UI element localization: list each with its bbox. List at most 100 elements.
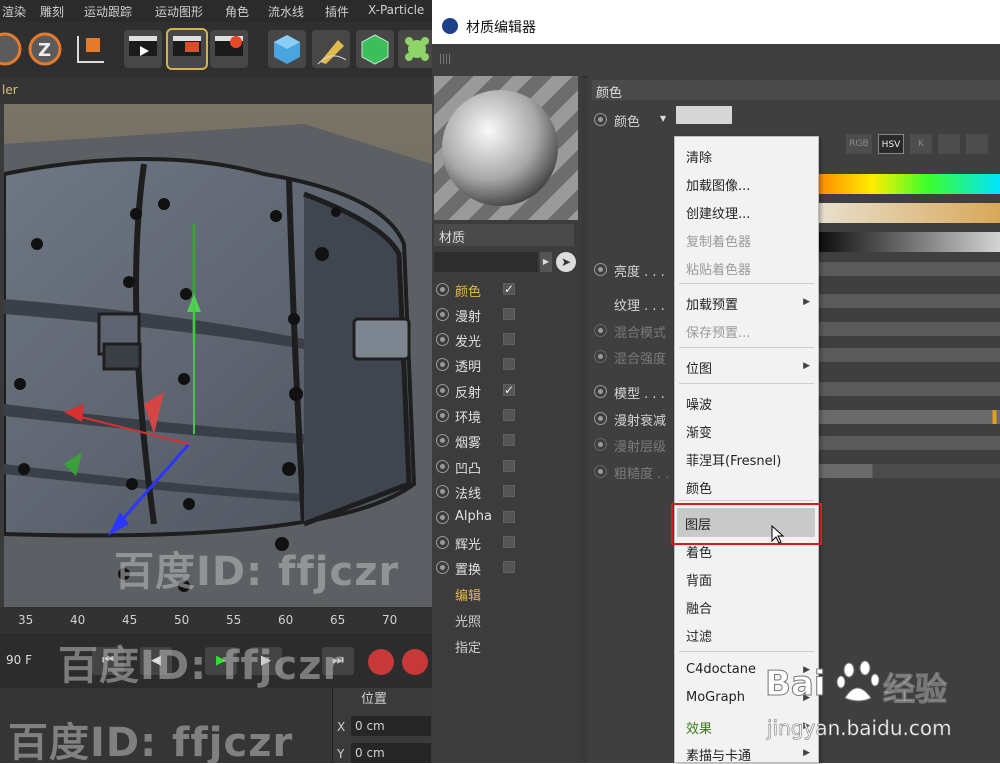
frame-field[interactable]: 90 F: [6, 653, 32, 667]
cube-primitive-icon[interactable]: [268, 30, 306, 68]
grip-icon[interactable]: [440, 54, 452, 64]
menu-item-backface[interactable]: 背面: [686, 570, 712, 589]
menu-item-fresnel[interactable]: 菲涅耳(Fresnel): [686, 450, 781, 469]
tab-edit[interactable]: 编辑: [455, 585, 481, 604]
timeline-ruler[interactable]: 35 40 45 50 55 60 65 70: [0, 607, 432, 633]
menu-item-create-texture[interactable]: 创建纹理...: [686, 203, 750, 222]
menu-pipeline[interactable]: 流水线: [268, 3, 304, 20]
tick-label: 45: [122, 613, 138, 627]
radio-icon: [594, 324, 607, 337]
menu-item-sketch-toon[interactable]: 素描与卡通: [686, 745, 751, 764]
menu-item-clear[interactable]: 清除: [686, 147, 712, 166]
x-position-field[interactable]: 0 cm: [351, 716, 431, 736]
layer-search-field[interactable]: [434, 252, 538, 272]
checkbox[interactable]: [503, 485, 515, 497]
menu-item-fusion[interactable]: 融合: [686, 598, 712, 617]
channel-diffuse[interactable]: 漫射: [436, 305, 576, 327]
menu-item-gradient[interactable]: 渐变: [686, 422, 712, 441]
editor-title-bar: 材质编辑器: [432, 8, 1000, 44]
cloner-icon[interactable]: [398, 30, 432, 68]
checkbox-checked[interactable]: ✓: [503, 283, 515, 295]
render-view-icon[interactable]: [124, 30, 162, 68]
channel-alpha[interactable]: Alpha: [436, 508, 576, 530]
channel-bump[interactable]: 凹凸: [436, 457, 576, 479]
render-region-icon[interactable]: [166, 28, 208, 70]
material-preview[interactable]: [434, 76, 578, 220]
y-axis-lock-icon[interactable]: [0, 30, 24, 68]
menu-character[interactable]: 角色: [225, 3, 249, 20]
record-key-icon[interactable]: [368, 649, 394, 675]
render-settings-icon[interactable]: [210, 30, 248, 68]
checkbox[interactable]: [503, 434, 515, 446]
channel-fog[interactable]: 烟雾: [436, 431, 576, 453]
menu-item-bitmap[interactable]: 位图: [686, 358, 712, 377]
treasure-chest-model: [4, 104, 432, 607]
checkbox[interactable]: [503, 511, 515, 523]
subdivision-surface-icon[interactable]: [356, 30, 394, 68]
auto-key-icon[interactable]: [402, 649, 428, 675]
checkbox[interactable]: [503, 561, 515, 573]
menu-xparticles[interactable]: X-Particle: [368, 3, 424, 17]
roughness-slider[interactable]: [818, 464, 1000, 478]
3d-viewport[interactable]: 百度ID: ffjczr: [4, 104, 432, 607]
menu-render[interactable]: 渲染: [2, 3, 26, 20]
y-position-field[interactable]: 0 cm: [351, 743, 431, 763]
menu-item-c4doctane[interactable]: C4doctane: [686, 662, 756, 677]
pen-spline-icon[interactable]: [312, 30, 350, 68]
menu-item-mograph[interactable]: MoGraph: [686, 690, 745, 705]
expand-arrow-icon[interactable]: ▶: [540, 252, 552, 272]
color-swatch[interactable]: [676, 106, 732, 124]
rgb-mode-button[interactable]: RGB: [846, 134, 872, 154]
channel-glow[interactable]: 辉光: [436, 533, 576, 555]
menu-bar: 渲染 雕刻 运动跟踪 运动图形 角色 流水线 插件 X-Particle: [0, 0, 432, 22]
checkbox[interactable]: [503, 536, 515, 548]
hsv-mode-button[interactable]: HSV: [878, 134, 904, 154]
menu-plugins[interactable]: 插件: [325, 3, 349, 20]
z-axis-lock-icon[interactable]: Z: [26, 30, 64, 68]
y-label: Y: [337, 747, 345, 761]
channel-displacement[interactable]: 置换: [436, 558, 576, 580]
channel-normal[interactable]: 法线: [436, 482, 576, 504]
value-bar[interactable]: [818, 232, 1000, 252]
saturation-bar[interactable]: [818, 203, 1000, 223]
checkbox-checked[interactable]: ✓: [503, 384, 515, 396]
menu-item-load-preset[interactable]: 加载预置: [686, 294, 738, 313]
channel-color[interactable]: 颜色 ✓: [436, 280, 576, 302]
diffuse-falloff-slider[interactable]: [818, 410, 1000, 424]
channel-transparency[interactable]: 透明: [436, 355, 576, 377]
menu-separator: [679, 383, 814, 384]
tab-illumination[interactable]: 光照: [455, 611, 481, 630]
submenu-arrow-icon: ▶: [803, 297, 810, 307]
menu-item-noise[interactable]: 噪波: [686, 394, 712, 413]
hue-bar[interactable]: [818, 174, 1000, 194]
menu-mograph[interactable]: 运动图形: [155, 3, 203, 20]
kelvin-mode-button[interactable]: K: [910, 134, 932, 154]
menu-item-load-image[interactable]: 加载图像...: [686, 175, 750, 194]
menu-item-effects[interactable]: 效果: [686, 718, 712, 737]
menu-item-color[interactable]: 颜色: [686, 478, 712, 497]
channel-reflectance[interactable]: 反射 ✓: [436, 381, 576, 403]
checkbox[interactable]: [503, 358, 515, 370]
blend-mode-select[interactable]: [818, 322, 1000, 336]
model-select[interactable]: [818, 382, 1000, 396]
checkbox[interactable]: [503, 460, 515, 472]
brightness-slider[interactable]: [818, 262, 1000, 276]
menu-item-filter[interactable]: 过滤: [686, 626, 712, 645]
menu-motion-tracking[interactable]: 运动跟踪: [84, 3, 132, 20]
checkbox[interactable]: [503, 333, 515, 345]
material-name-field[interactable]: 材质: [434, 224, 574, 246]
menu-sculpt[interactable]: 雕刻: [40, 3, 64, 20]
color-picker-mode-icon[interactable]: [938, 134, 960, 154]
diffuse-level-slider[interactable]: [818, 436, 1000, 450]
texture-slot[interactable]: [818, 294, 1000, 308]
checkbox[interactable]: [503, 308, 515, 320]
coordinate-system-icon[interactable]: [70, 30, 108, 68]
color-mixer-mode-icon[interactable]: [966, 134, 988, 154]
tab-assign[interactable]: 指定: [455, 637, 481, 656]
dropdown-arrow-icon[interactable]: ▼: [660, 114, 666, 123]
channel-environment[interactable]: 环境: [436, 406, 576, 428]
pointer-icon[interactable]: ➤: [556, 252, 576, 272]
channel-luminance[interactable]: 发光: [436, 330, 576, 352]
checkbox[interactable]: [503, 409, 515, 421]
blend-strength-slider[interactable]: [818, 348, 1000, 362]
